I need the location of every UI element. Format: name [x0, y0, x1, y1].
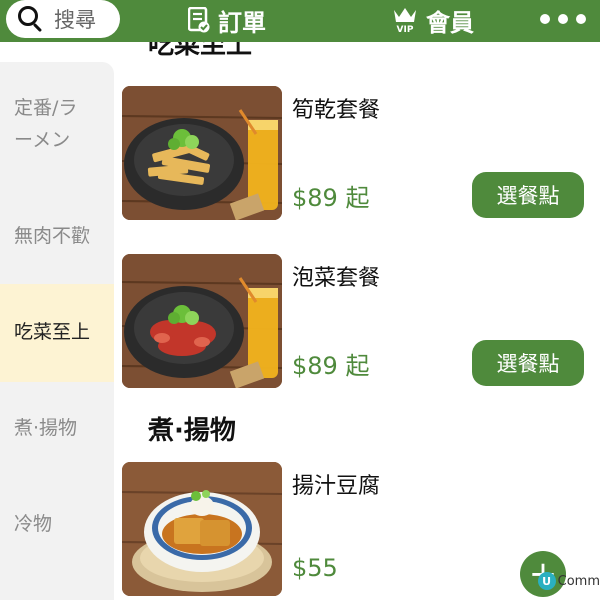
menu-content[interactable]: 吃菜至上 筍乾套餐 $89 起 選餐點 泡菜套餐 $89 起 選餐點 煮·揚物 … [114, 42, 600, 600]
item-name: 泡菜套餐 [292, 266, 381, 291]
menu-item-card[interactable]: 泡菜套餐 $89 起 選餐點 [122, 254, 592, 394]
item-price: $55 [292, 554, 338, 582]
watermark: U Comm [537, 572, 600, 590]
category-sidebar: 定番/ラ ーメン 無肉不歡 吃菜至上 煮·揚物 冷物 [0, 62, 114, 600]
sidebar-item-label: 煮·揚物 [14, 417, 78, 439]
top-nav-bar: 搜尋 訂單 VIP 會員 [0, 0, 600, 42]
item-name: 揚汁豆腐 [292, 474, 381, 499]
member-tab[interactable]: VIP 會員 [392, 0, 474, 40]
vip-crown-icon: VIP [392, 6, 418, 34]
sidebar-item-vegetables[interactable]: 吃菜至上 [0, 284, 114, 382]
search-icon [18, 6, 44, 33]
sidebar-item-label: 無肉不歡 [14, 225, 91, 247]
item-name: 筍乾套餐 [292, 98, 381, 123]
search-label: 搜尋 [54, 8, 96, 32]
sidebar-item-label: 定番/ラ [14, 97, 78, 119]
sidebar-item-cold-dishes[interactable]: 冷物 [0, 508, 114, 540]
search-button[interactable]: 搜尋 [6, 0, 120, 38]
watermark-text: Comm [557, 573, 600, 589]
sidebar-item-label: 吃菜至上 [14, 321, 91, 343]
member-label: 會員 [426, 8, 474, 37]
more-dots-icon[interactable] [540, 14, 586, 24]
vip-badge-text: VIP [397, 25, 414, 34]
sidebar-item-label-line2: ーメン [14, 129, 71, 151]
orders-label: 訂單 [218, 8, 266, 37]
item-price: $89 起 [292, 352, 370, 380]
sidebar-item-teiban-ramen[interactable]: 定番/ラ ーメン [0, 92, 114, 156]
sidebar-item-meat-lovers[interactable]: 無肉不歡 [0, 220, 114, 252]
sidebar-item-simmered-fried[interactable]: 煮·揚物 [0, 412, 114, 444]
menu-item-card[interactable]: 筍乾套餐 $89 起 選餐點 [122, 86, 592, 226]
bamboo-shoot-set-photo [122, 86, 282, 220]
sidebar-item-label: 冷物 [14, 513, 53, 535]
section-title-simmered-fried: 煮·揚物 [148, 416, 236, 446]
watermark-logo: U [537, 572, 556, 590]
agedashi-tofu-photo [122, 462, 282, 596]
item-price: $89 起 [292, 184, 370, 212]
orders-tab[interactable]: 訂單 [188, 0, 266, 40]
section-title-vegetables: 吃菜至上 [148, 42, 253, 60]
select-meal-button[interactable]: 選餐點 [472, 340, 584, 386]
select-meal-button[interactable]: 選餐點 [472, 172, 584, 218]
order-sheet-icon [188, 7, 210, 33]
kimchi-set-photo [122, 254, 282, 388]
